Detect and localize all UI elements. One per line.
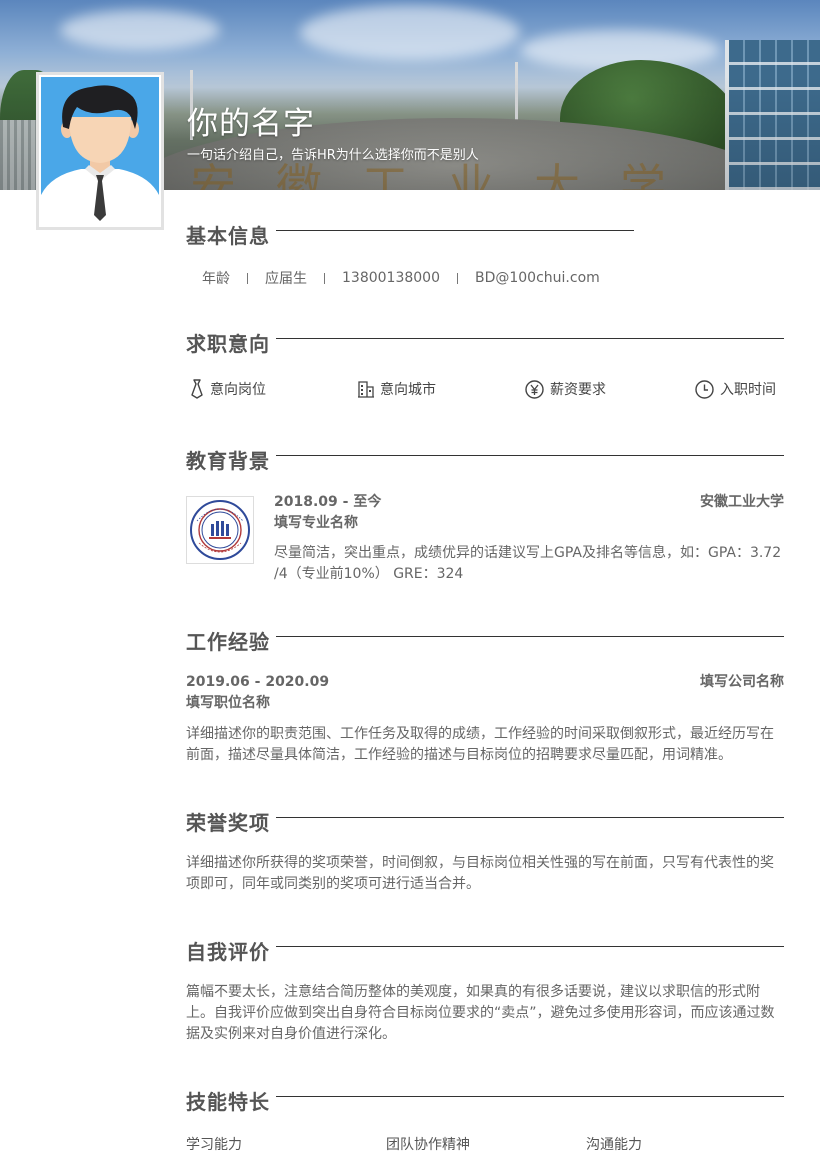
avatar [36,72,164,230]
section-title-skills: 技能特长 [186,1090,270,1114]
section-divider [276,230,634,231]
section-title-job-intent: 求职意向 [186,332,270,356]
resume-tagline: 一句话介绍自己，告诉HR为什么选择你而不是别人 [187,148,479,163]
section-title-basic-info: 基本信息 [186,224,270,248]
divider [456,272,458,284]
section-title-self-evaluation: 自我评价 [186,940,270,964]
education-major: 填写专业名称 [274,515,358,531]
intent-city-label: 意向城市 [380,382,436,398]
section-divider [276,817,784,818]
work-position: 填写职位名称 [186,695,270,711]
yen-icon [525,379,544,399]
intent-start-date-label: 入职时间 [720,382,776,398]
avatar-illustration [41,77,159,225]
intent-salary-label: 薪资要求 [550,382,606,398]
intent-position-label: 意向岗位 [210,382,266,398]
basic-info-row: 年龄 应届生 13800138000 BD@100chui.com [202,268,600,288]
self-evaluation-description: 篇幅不要太长，注意结合简历整体的美观度，如果真的有很多话要说，建议以求职信的形式… [186,984,775,1042]
info-phone: 13800138000 [342,270,440,286]
section-divider [276,946,784,947]
university-logo [186,496,254,564]
tie-icon [191,379,203,399]
education-period: 2018.09 - 至今 [274,494,382,510]
intent-position: 意向岗位 [190,379,266,399]
section-title-work: 工作经验 [186,630,270,654]
skill-item: 团队协作精神 [386,1137,470,1153]
work-period: 2019.06 - 2020.09 [186,674,330,690]
work-company: 填写公司名称 [700,674,784,690]
info-email: BD@100chui.com [474,270,600,286]
work-description: 详细描述你的职责范围、工作任务及取得的成绩，工作经验的时间采取倒叙形式，最近经历… [186,726,774,763]
intent-city: 意向城市 [358,379,436,399]
university-seal-icon [190,500,250,560]
section-divider [276,1096,784,1097]
skill-item: 学习能力 [186,1137,242,1153]
skill-item: 沟通能力 [586,1137,642,1153]
section-divider [276,455,784,456]
education-description: 尽量简洁，突出重点，成绩优异的话建议写上GPA及排名等信息，如：GPA：3.72… [274,545,782,582]
info-age: 年龄 [202,271,230,287]
divider [247,272,248,284]
honors-description: 详细描述你所获得的奖项荣誉，时间倒叙，与目标岗位相关性强的写在前面，只写有代表性… [186,855,774,892]
person-icon [41,85,159,225]
section-divider [276,338,784,339]
education-school: 安徽工业大学 [700,494,784,510]
building-icon [358,381,374,398]
section-divider [276,636,784,637]
divider [324,272,325,284]
info-status: 应届生 [265,271,307,287]
intent-start-date: 入职时间 [695,379,776,399]
intent-salary: 薪资要求 [525,379,606,399]
section-title-education: 教育背景 [186,449,270,473]
section-title-honors: 荣誉奖项 [186,811,270,835]
resume-name: 你的名字 [187,106,315,142]
clock-icon [695,379,714,399]
